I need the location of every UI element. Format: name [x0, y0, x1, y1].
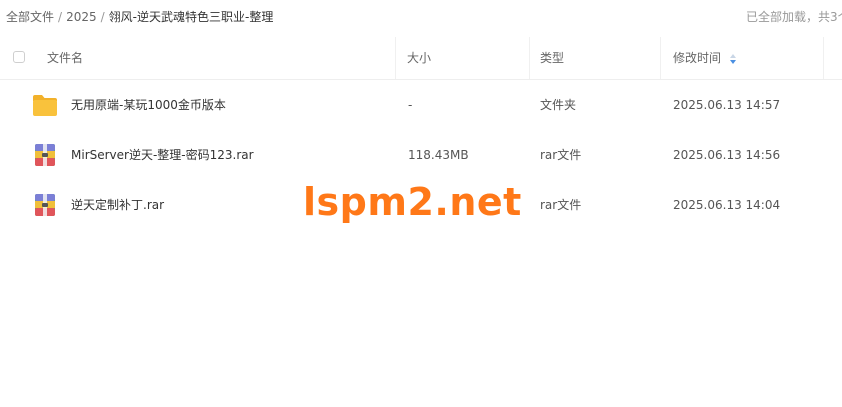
- breadcrumb-item-all-files[interactable]: 全部文件: [6, 10, 54, 24]
- select-all-checkbox[interactable]: [13, 51, 25, 63]
- file-modified: 2025.06.13 14:56: [673, 148, 781, 162]
- file-size: -: [408, 98, 413, 112]
- watermark-text: lspm2.net: [303, 180, 522, 224]
- table-row[interactable]: 无用原端-某玩1000金币版本 - 文件夹 2025.06.13 14:57: [0, 80, 842, 130]
- load-status: 已全部加载，共3个: [746, 10, 842, 24]
- file-name[interactable]: MirServer逆天-整理-密码123.rar: [71, 146, 254, 164]
- breadcrumb-item-year[interactable]: 2025: [66, 10, 97, 24]
- file-name[interactable]: 无用原端-某玩1000金币版本: [71, 96, 226, 114]
- file-type: 文件夹: [540, 98, 577, 112]
- table-row[interactable]: MirServer逆天-整理-密码123.rar 118.43MB rar文件 …: [0, 130, 842, 180]
- column-header-modified-label: 修改时间: [673, 51, 722, 65]
- rar-archive-icon: [35, 194, 55, 216]
- column-divider: [660, 37, 661, 79]
- breadcrumb-item-current-folder: 翎风-逆天武魂特色三职业-整理: [108, 10, 274, 24]
- file-size: 118.43MB: [408, 148, 469, 162]
- sort-icon[interactable]: [729, 53, 737, 65]
- column-divider: [529, 37, 530, 79]
- file-modified: 2025.06.13 14:04: [673, 198, 781, 212]
- breadcrumb-separator: /: [58, 10, 63, 24]
- file-type: rar文件: [540, 148, 582, 162]
- file-modified: 2025.06.13 14:57: [673, 98, 781, 112]
- file-type: rar文件: [540, 198, 582, 212]
- column-header-modified[interactable]: 修改时间: [673, 50, 737, 66]
- breadcrumb-separator: /: [100, 10, 105, 24]
- folder-icon: [33, 95, 57, 116]
- rar-archive-icon: [35, 144, 55, 166]
- breadcrumb: 全部文件/2025/翎风-逆天武魂特色三职业-整理: [6, 9, 273, 25]
- column-header-size[interactable]: 大小: [407, 50, 431, 66]
- file-name[interactable]: 逆天定制补丁.rar: [71, 196, 164, 214]
- column-header-type[interactable]: 类型: [540, 50, 564, 66]
- table-header: 文件名 大小 类型 修改时间: [0, 37, 842, 80]
- column-divider: [823, 37, 824, 79]
- column-header-name[interactable]: 文件名: [47, 50, 83, 66]
- column-divider: [395, 37, 396, 79]
